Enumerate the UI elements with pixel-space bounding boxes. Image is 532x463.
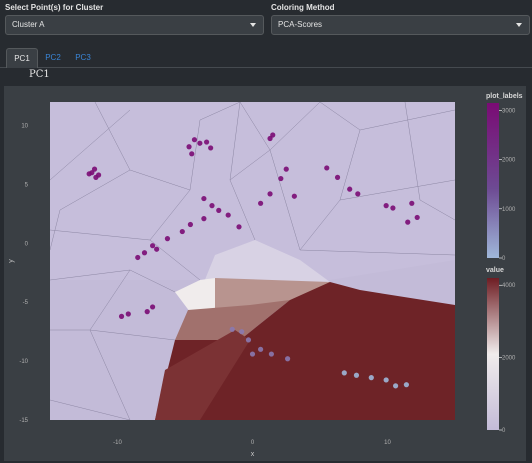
data-point [353, 372, 360, 378]
data-point [355, 191, 361, 197]
legend-colorbar-plot-labels [487, 103, 499, 258]
legend-tick-label: 2000 [502, 158, 516, 164]
legend-tick-label: 3000 [502, 108, 516, 114]
data-point [409, 200, 415, 206]
data-point [191, 137, 198, 143]
legend-tick-label: 2000 [502, 356, 516, 362]
data-point [144, 309, 150, 315]
y-tick-label: 5 [25, 182, 29, 188]
data-point [186, 144, 192, 150]
data-point [209, 203, 215, 209]
data-point [285, 356, 291, 362]
data-point [150, 304, 156, 310]
data-point [204, 139, 210, 145]
data-point [208, 145, 214, 151]
data-point [201, 216, 207, 222]
data-point [268, 351, 274, 357]
legend-tick-label: 1000 [502, 207, 516, 213]
data-point [278, 175, 284, 182]
data-point [225, 212, 231, 218]
data-point [383, 203, 389, 209]
data-point [324, 165, 330, 171]
data-point [249, 351, 256, 357]
data-point [135, 254, 141, 261]
data-point [189, 151, 195, 157]
legend-colorbar-value [487, 278, 499, 430]
data-point [403, 382, 409, 388]
y-tick-label: -10 [19, 359, 28, 365]
data-point [291, 193, 297, 199]
data-point [141, 250, 148, 256]
data-point [414, 214, 420, 221]
y-tick-label: 10 [21, 124, 28, 130]
data-point [283, 166, 289, 172]
y-tick-label: -5 [23, 300, 29, 306]
data-point [154, 246, 160, 252]
y-tick-label: -15 [19, 418, 28, 424]
data-point [239, 329, 245, 335]
data-point [245, 337, 252, 343]
data-point [179, 228, 185, 235]
data-point [267, 191, 273, 197]
data-point [125, 311, 131, 317]
data-point [258, 200, 264, 206]
data-point [270, 132, 276, 138]
legend-tick-label: 0 [502, 428, 506, 434]
data-point [216, 207, 222, 213]
data-point [236, 224, 242, 230]
data-point [368, 375, 374, 381]
x-tick-label: 10 [384, 440, 391, 446]
data-point [390, 205, 396, 211]
data-point [341, 370, 347, 376]
data-point [164, 236, 171, 242]
pca-scatter-chart: -10 0 10 -15 -10 -5 0 5 10 x y plot_labels 0 1000 20… [8, 93, 523, 458]
x-tick-label: 0 [251, 440, 255, 446]
data-point [118, 313, 125, 319]
legend-tick-label: 4000 [502, 283, 516, 289]
data-point [258, 346, 264, 352]
data-point [187, 221, 193, 228]
data-point [91, 166, 98, 172]
data-point [405, 219, 411, 225]
x-axis-label: x [251, 451, 255, 458]
data-point [383, 377, 389, 383]
y-axis-label: y [8, 259, 15, 263]
legend-ticks-value: 0 2000 4000 [499, 283, 516, 434]
data-point [96, 172, 102, 178]
data-point [201, 195, 207, 202]
legend-title-plot-labels: plot_labels [486, 93, 523, 100]
data-point [393, 383, 399, 389]
data-point [347, 186, 353, 192]
data-point [197, 140, 203, 146]
data-point [86, 171, 92, 177]
x-tick-label: -10 [113, 440, 122, 446]
legend-ticks-plot-labels: 0 1000 2000 3000 [499, 108, 516, 262]
data-point [150, 243, 156, 249]
legend-tick-label: 0 [502, 256, 506, 262]
y-tick-label: 0 [25, 241, 29, 247]
data-point [334, 174, 341, 180]
legend-title-value: value [486, 267, 504, 274]
data-point [229, 326, 235, 332]
